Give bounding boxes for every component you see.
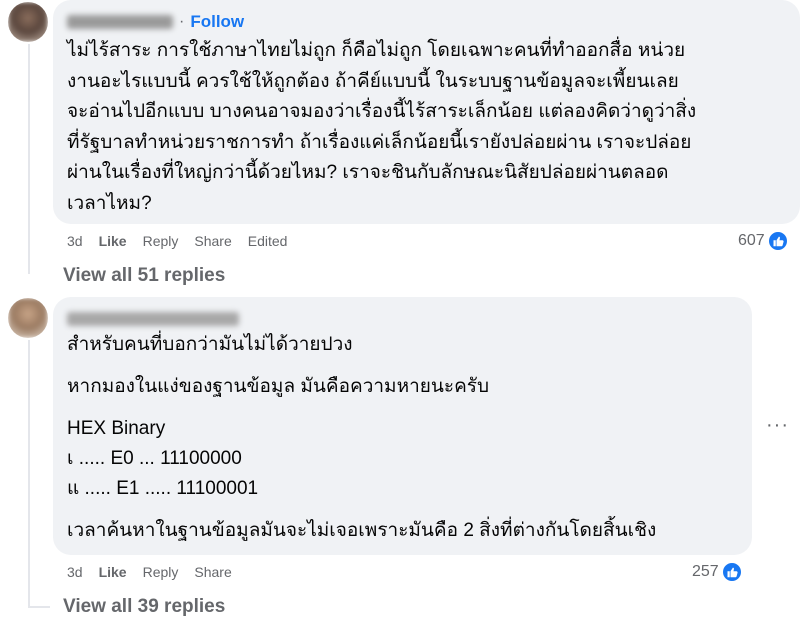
comment-line: แ ..... E1 ..... 11100001 — [67, 478, 259, 499]
comment-line: ที่รัฐบาลทำหน่วยราชการทำ ถ้าเรื่องแค่เล็… — [67, 131, 692, 153]
follow-button[interactable]: Follow — [190, 12, 244, 32]
avatar[interactable] — [8, 2, 48, 42]
author-name[interactable] — [67, 15, 173, 29]
like-button[interactable]: Like — [99, 564, 127, 580]
reaction-count: 607 — [738, 232, 765, 249]
separator-dot: · — [179, 13, 185, 30]
comment-line: เวลาไหม? — [67, 192, 152, 214]
thread-line-1 — [28, 44, 30, 274]
comment-line: สำหรับคนที่บอกว่ามันไม่ได้วายปวง — [67, 334, 353, 355]
view-replies-link[interactable]: View all 51 replies — [63, 265, 225, 287]
reaction-count: 257 — [692, 563, 719, 580]
reply-button[interactable]: Reply — [143, 233, 179, 249]
reply-button[interactable]: Reply — [143, 564, 179, 580]
author-name[interactable] — [67, 312, 239, 326]
reaction-summary[interactable]: 257 — [692, 562, 742, 582]
comment-author-row: · Follow — [67, 12, 244, 32]
comment-line: ผ่านในเรื่องที่ใหญ่กว่านี้ด้วยไหม? เราจะ… — [67, 162, 669, 183]
comment-actions: 3d Like Reply Share Edited — [67, 233, 303, 249]
comment-line: HEX Binary — [67, 418, 166, 439]
comment-actions: 3d Like Reply Share — [67, 564, 248, 580]
comment-author-row — [67, 312, 239, 326]
thumbs-up-icon — [721, 562, 742, 582]
avatar[interactable] — [8, 298, 48, 338]
edited-label: Edited — [247, 233, 288, 249]
comment-line: เ ..... E0 ... 11100000 — [67, 448, 242, 469]
comment-line: จะอ่านไปอีกแบบ บางคนอาจมองว่าเรื่องนี้ไร… — [67, 101, 697, 122]
thread-line-2 — [28, 340, 30, 608]
comment-line: เวลาค้นหาในฐานข้อมูลมันจะไม่เจอเพราะมันค… — [67, 520, 657, 541]
share-button[interactable]: Share — [194, 233, 231, 249]
comment-text: สำหรับคนที่บอกว่ามันไม่ได้วายปวง หากมองใ… — [67, 330, 656, 546]
thread-line-2-hook — [28, 606, 50, 608]
reaction-summary[interactable]: 607 — [738, 231, 788, 251]
comment-line: หากมองในแง่ของฐานข้อมูล มันคือความหายนะค… — [67, 376, 490, 397]
share-button[interactable]: Share — [194, 564, 231, 580]
more-horizontal-icon[interactable]: ··· — [766, 414, 789, 437]
comment-line: งานอะไรแบบนี้ ควรใช้ให้ถูกต้อง ถ้าคีย์แบ… — [67, 70, 679, 92]
view-replies-link[interactable]: View all 39 replies — [63, 596, 225, 618]
like-button[interactable]: Like — [99, 233, 127, 249]
comment-timestamp[interactable]: 3d — [67, 233, 83, 249]
comment-timestamp[interactable]: 3d — [67, 564, 83, 580]
comment-text: ไม่ไร้สาระ การใช้ภาษาไทยไม่ถูก ก็คือไม่ถ… — [67, 36, 696, 219]
comment-line: ไม่ไร้สาระ การใช้ภาษาไทยไม่ถูก ก็คือไม่ถ… — [67, 40, 686, 61]
thumbs-up-icon — [767, 231, 788, 251]
